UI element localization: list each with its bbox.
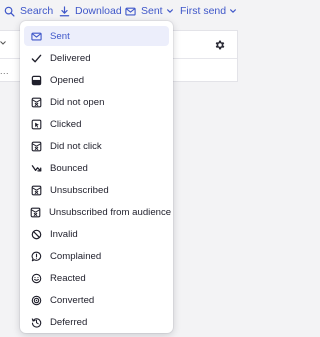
download-label: Download — [75, 5, 122, 17]
menu-item-label: Did not open — [50, 96, 105, 108]
menu-item-converted[interactable]: Converted — [24, 290, 169, 310]
menu-item-label: Unsubscribed from audience — [49, 206, 172, 218]
search-label: Search — [20, 5, 54, 17]
menu-item-delivered[interactable]: Delivered — [24, 48, 169, 68]
menu-item-label: Opened — [50, 74, 85, 86]
chevron-down-icon — [166, 7, 175, 16]
mail-x-icon — [30, 206, 41, 218]
menu-item-label: Sent — [50, 30, 70, 42]
download-icon — [59, 5, 71, 17]
menu-item-reacted[interactable]: Reacted — [24, 268, 169, 288]
status-filter-label: Sent — [141, 5, 163, 17]
menu-item-clicked[interactable]: Clicked — [24, 114, 169, 134]
bounce-arrow-icon — [30, 162, 42, 174]
prohibited-icon — [30, 228, 42, 240]
sort-dropdown[interactable]: First send — [180, 3, 238, 19]
column-chevron-icon[interactable] — [0, 39, 6, 48]
target-icon — [30, 294, 42, 306]
menu-item-did-not-open[interactable]: Did not open — [24, 92, 169, 112]
menu-item-label: Deferred — [50, 316, 88, 328]
menu-item-deferred[interactable]: Deferred — [24, 312, 169, 332]
menu-item-invalid[interactable]: Invalid — [24, 224, 169, 244]
chevron-down-icon — [229, 7, 238, 16]
mail-x-icon — [30, 184, 42, 196]
menu-item-label: Did not click — [50, 140, 102, 152]
menu-item-label: Invalid — [50, 228, 78, 240]
menu-item-label: Reacted — [50, 272, 86, 284]
history-clock-icon — [30, 316, 42, 328]
menu-item-complained[interactable]: Complained — [24, 246, 169, 266]
menu-item-bounced[interactable]: Bounced — [24, 158, 169, 178]
search-icon — [4, 5, 16, 17]
menu-item-unsubscribed-from-audience[interactable]: Unsubscribed from audience — [24, 202, 172, 222]
menu-item-label: Complained — [50, 250, 102, 262]
sort-label: First send — [180, 5, 227, 17]
menu-item-label: Converted — [50, 294, 95, 306]
opened-mail-icon — [30, 74, 42, 86]
menu-item-label: Unsubscribed — [50, 184, 109, 196]
menu-item-label: Bounced — [50, 162, 88, 174]
menu-item-did-not-click[interactable]: Did not click — [24, 136, 169, 156]
menu-item-unsubscribed[interactable]: Unsubscribed — [24, 180, 169, 200]
menu-item-label: Clicked — [50, 118, 82, 130]
mail-x-icon — [30, 140, 42, 152]
speech-bubble-icon — [30, 250, 42, 262]
gear-icon[interactable] — [212, 37, 228, 53]
download-button[interactable]: Download — [59, 3, 122, 19]
menu-item-label: Delivered — [50, 52, 91, 64]
search-button[interactable]: Search — [4, 3, 53, 19]
status-filter-menu: Sent Delivered Opened Did not open Click… — [20, 21, 173, 333]
smiley-icon — [30, 272, 42, 284]
mail-icon — [30, 30, 42, 42]
mail-x-icon — [30, 96, 42, 108]
menu-item-opened[interactable]: Opened — [24, 70, 169, 90]
cursor-click-icon — [30, 118, 42, 130]
status-filter-dropdown[interactable]: Sent — [125, 3, 175, 19]
menu-item-sent[interactable]: Sent — [24, 26, 169, 46]
mail-icon — [125, 5, 137, 17]
row-marker: ... — [0, 66, 10, 76]
check-icon — [30, 52, 42, 64]
